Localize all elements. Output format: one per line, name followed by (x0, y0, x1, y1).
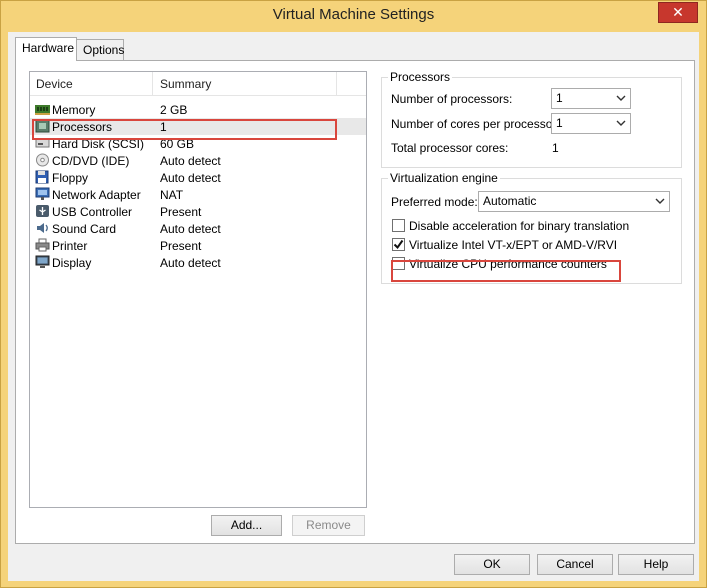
device-row-display[interactable]: Display Auto detect (30, 254, 366, 271)
device-row-cd-dvd[interactable]: CD/DVD (IDE) Auto detect (30, 152, 366, 169)
chevron-down-icon (654, 194, 666, 208)
cores-per-processor-value: 1 (556, 116, 563, 130)
device-list-header: Device Summary (30, 72, 366, 96)
preferred-mode-select[interactable]: Automatic (478, 191, 670, 212)
column-header-summary[interactable]: Summary (160, 77, 211, 91)
device-list[interactable]: Device Summary Memory 2 GB Processors 1 … (29, 71, 367, 508)
device-summary: 2 GB (160, 103, 188, 117)
virtualization-group-title: Virtualization engine (388, 171, 500, 185)
memory-icon (35, 102, 50, 116)
device-summary: Auto detect (160, 222, 221, 236)
cores-per-processor-select[interactable]: 1 (551, 113, 631, 134)
cancel-button[interactable]: Cancel (537, 554, 613, 575)
cores-per-processor-label: Number of cores per processor: (391, 117, 560, 131)
device-row-network-adapter[interactable]: Network Adapter NAT (30, 186, 366, 203)
processors-group: Processors Number of processors: 1 Numbe… (381, 70, 682, 168)
display-icon (35, 255, 50, 269)
close-button[interactable]: ✕ (658, 2, 698, 23)
device-name: Network Adapter (52, 188, 141, 202)
device-name: USB Controller (52, 205, 133, 219)
column-divider[interactable] (336, 72, 337, 96)
device-name: Sound Card (52, 222, 117, 236)
device-summary: Auto detect (160, 154, 221, 168)
vm-settings-window: Virtual Machine Settings ✕ Hardware Opti… (0, 0, 707, 588)
cd-dvd-icon (35, 153, 50, 167)
usb-icon (35, 204, 50, 218)
printer-icon (35, 238, 50, 252)
device-summary: NAT (160, 188, 184, 202)
chevron-down-icon (615, 116, 627, 130)
remove-device-button[interactable]: Remove (292, 515, 365, 536)
total-cores-label: Total processor cores: (391, 141, 509, 155)
disable-acceleration-label[interactable]: Disable acceleration for binary translat… (409, 219, 629, 233)
device-name: Printer (52, 239, 88, 253)
device-name: CD/DVD (IDE) (52, 154, 130, 168)
window-title: Virtual Machine Settings (272, 6, 435, 23)
preferred-mode-label: Preferred mode: (391, 195, 478, 209)
column-divider[interactable] (152, 72, 153, 96)
sound-card-icon (35, 221, 50, 235)
device-summary: Auto detect (160, 256, 221, 270)
virtualize-vtx-label[interactable]: Virtualize Intel VT-x/EPT or AMD-V/RVI (409, 238, 617, 252)
network-adapter-icon (35, 187, 50, 201)
total-cores-value: 1 (552, 141, 559, 155)
device-name: Floppy (52, 171, 89, 185)
device-row-sound-card[interactable]: Sound Card Auto detect (30, 220, 366, 237)
device-row-floppy[interactable]: Floppy Auto detect (30, 169, 366, 186)
ok-button[interactable]: OK (454, 554, 530, 575)
floppy-icon (35, 170, 50, 184)
title-bar[interactable]: Virtual Machine Settings ✕ (1, 1, 706, 32)
disable-acceleration-checkbox[interactable] (392, 219, 405, 232)
tab-hardware[interactable]: Hardware (15, 37, 77, 61)
device-row-printer[interactable]: Printer Present (30, 237, 366, 254)
add-device-button[interactable]: Add... (211, 515, 282, 536)
device-name: Display (52, 256, 92, 270)
device-row-memory[interactable]: Memory 2 GB (30, 101, 366, 118)
num-processors-value: 1 (556, 91, 563, 105)
selection-highlight-annotation (32, 119, 337, 140)
device-summary: Present (160, 239, 202, 253)
processors-group-title: Processors (388, 70, 453, 84)
hardware-panel: Device Summary Memory 2 GB Processors 1 … (15, 60, 695, 544)
help-button[interactable]: Help (618, 554, 694, 575)
dialog-body: Hardware Options Device Summary Memory 2… (8, 32, 699, 581)
num-processors-label: Number of processors: (391, 92, 513, 106)
tab-options[interactable]: Options (77, 39, 124, 61)
num-processors-select[interactable]: 1 (551, 88, 631, 109)
device-summary: Present (160, 205, 202, 219)
device-name: Memory (52, 103, 96, 117)
device-summary: Auto detect (160, 171, 221, 185)
device-row-usb-controller[interactable]: USB Controller Present (30, 203, 366, 220)
virtualize-vtx-checkbox[interactable] (392, 238, 405, 251)
checkbox-highlight-annotation (391, 260, 621, 282)
checkmark-icon (393, 239, 404, 250)
preferred-mode-value: Automatic (483, 194, 537, 208)
chevron-down-icon (615, 91, 627, 105)
column-header-device[interactable]: Device (36, 77, 73, 91)
